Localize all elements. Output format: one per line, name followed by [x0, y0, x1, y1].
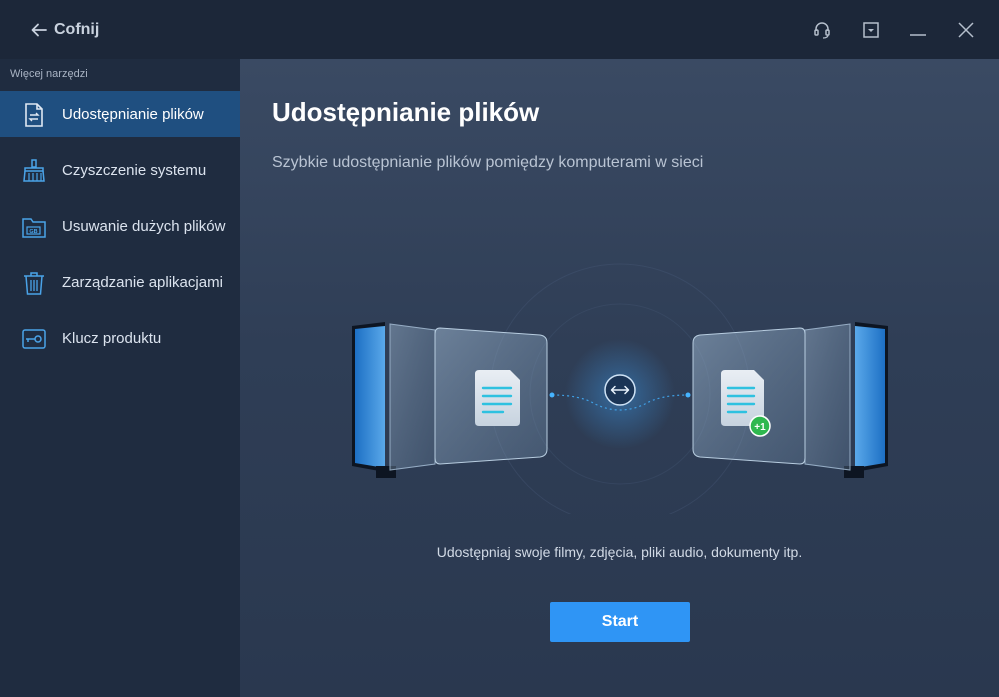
- start-button[interactable]: Start: [550, 602, 690, 642]
- menu-button[interactable]: [856, 15, 886, 45]
- page-subtitle: Szybkie udostępnianie plików pomiędzy ko…: [272, 154, 704, 171]
- sidebar-item-label: Czyszczenie systemu: [62, 162, 207, 179]
- sidebar: Więcej narzędzi Udostępnianie plików Czy…: [0, 59, 240, 697]
- sidebar-section-label: Więcej narzędzi: [10, 68, 88, 80]
- close-icon: [958, 22, 974, 38]
- gb-folder-icon: GB: [22, 218, 46, 238]
- title-bar: Cofnij: [0, 0, 999, 59]
- trash-icon: [24, 272, 44, 295]
- sidebar-item-system-cleanup[interactable]: Czyszczenie systemu: [0, 147, 240, 193]
- sidebar-item-product-key[interactable]: Klucz produktu: [0, 315, 240, 361]
- sidebar-item-file-sharing[interactable]: Udostępnianie plików: [0, 91, 240, 137]
- headset-icon: [814, 22, 830, 39]
- page-title: Udostępnianie plików: [272, 97, 540, 127]
- file-transfer-icon: [25, 103, 43, 127]
- feature-caption: Udostępniaj swoje filmy, zdjęcia, pliki …: [436, 544, 803, 560]
- sidebar-item-label: Udostępnianie plików: [62, 106, 204, 123]
- close-button[interactable]: [951, 15, 981, 45]
- sidebar-item-large-files[interactable]: GB Usuwanie dużych plików: [0, 203, 240, 249]
- support-button[interactable]: [807, 15, 837, 45]
- sidebar-item-label: Klucz produktu: [62, 330, 162, 347]
- svg-text:GB: GB: [29, 229, 37, 235]
- sidebar-item-label: Usuwanie dużych plików: [62, 218, 226, 235]
- arrow-left-icon: [31, 23, 47, 37]
- broom-icon: [23, 159, 45, 182]
- minimize-icon: [910, 34, 926, 36]
- added-file-badge: +1: [754, 422, 766, 433]
- back-button[interactable]: Cofnij: [30, 18, 99, 42]
- file-transfer-illustration: +1: [352, 263, 888, 514]
- minimize-button[interactable]: [903, 15, 933, 45]
- sidebar-item-label: Zarządzanie aplikacjami: [62, 274, 223, 291]
- dropdown-menu-icon: [863, 22, 879, 38]
- back-label: Cofnij: [54, 21, 100, 38]
- main-panel: Udostępnianie plików Szybkie udostępnian…: [240, 59, 999, 697]
- sidebar-item-app-management[interactable]: Zarządzanie aplikacjami: [0, 259, 240, 305]
- key-icon: [22, 329, 46, 349]
